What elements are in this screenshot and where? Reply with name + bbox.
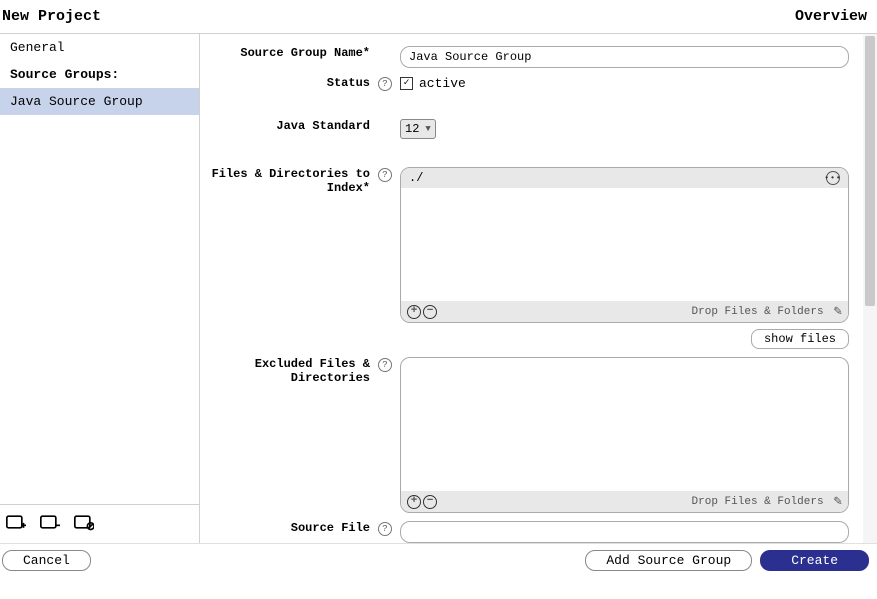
create-button[interactable]: Create xyxy=(760,550,869,571)
source-file-label: Source File xyxy=(200,521,376,535)
remove-icon[interactable]: − xyxy=(423,305,437,319)
remove-group-icon[interactable] xyxy=(74,513,94,535)
standard-value: 12 xyxy=(405,122,419,136)
scrollbar-thumb[interactable] xyxy=(865,36,875,306)
add-source-group-button[interactable]: Add Source Group xyxy=(585,550,752,571)
active-checkbox[interactable]: ✓ xyxy=(400,77,413,90)
scrollbar[interactable] xyxy=(863,34,877,543)
drop-hint: Drop Files & Folders xyxy=(692,306,824,318)
add-group-icon[interactable] xyxy=(6,513,26,535)
sidebar-item-java-source-group[interactable]: Java Source Group xyxy=(0,88,199,115)
duplicate-group-icon[interactable] xyxy=(40,513,60,535)
drop-hint: Drop Files & Folders xyxy=(692,496,824,508)
standard-select[interactable]: 12 ▼ xyxy=(400,119,436,139)
files-index-label: Files & Directories to Index* xyxy=(200,167,376,196)
standard-label: Java Standard xyxy=(200,119,376,133)
sidebar-item-general[interactable]: General xyxy=(0,34,199,61)
remove-icon[interactable]: − xyxy=(423,495,437,509)
chevron-down-icon: ▼ xyxy=(425,124,430,134)
files-to-index-listbox[interactable]: ./ ••• + − Drop Files & Folders ✎ xyxy=(400,167,849,323)
status-label: Status xyxy=(200,76,376,90)
list-item-path: ./ xyxy=(409,171,423,185)
help-icon[interactable]: ? xyxy=(378,77,392,91)
edit-icon[interactable]: ✎ xyxy=(834,493,842,510)
name-input[interactable] xyxy=(400,46,849,68)
source-file-input[interactable] xyxy=(400,521,849,543)
sidebar: General Source Groups: Java Source Group xyxy=(0,34,200,543)
excluded-label: Excluded Files & Directories xyxy=(200,357,376,386)
name-label: Source Group Name* xyxy=(200,46,376,60)
help-icon[interactable]: ? xyxy=(378,522,392,536)
more-icon[interactable]: ••• xyxy=(826,171,840,185)
add-icon[interactable]: + xyxy=(407,305,421,319)
excluded-listbox[interactable]: + − Drop Files & Folders ✎ xyxy=(400,357,849,513)
active-label: active xyxy=(419,76,466,91)
cancel-button[interactable]: Cancel xyxy=(2,550,91,571)
help-icon[interactable]: ? xyxy=(378,168,392,182)
add-icon[interactable]: + xyxy=(407,495,421,509)
overview-link[interactable]: Overview xyxy=(795,8,867,25)
help-icon[interactable]: ? xyxy=(378,358,392,372)
show-files-button[interactable]: show files xyxy=(751,329,849,349)
list-item[interactable]: ./ ••• xyxy=(401,168,848,188)
page-title: New Project xyxy=(2,8,101,25)
edit-icon[interactable]: ✎ xyxy=(834,303,842,320)
sidebar-heading-groups: Source Groups: xyxy=(0,61,199,88)
